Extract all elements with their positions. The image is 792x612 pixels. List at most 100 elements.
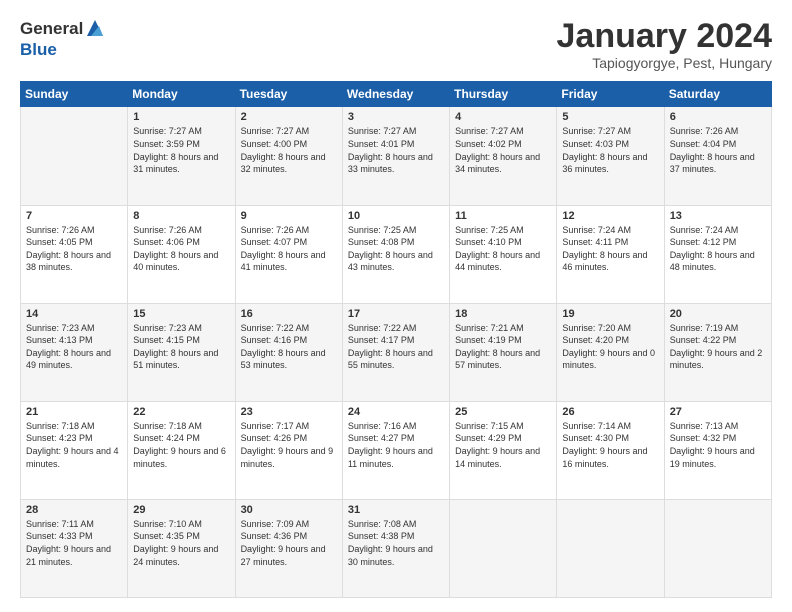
table-row: 17 Sunrise: 7:22 AM Sunset: 4:17 PM Dayli… (342, 303, 449, 401)
day-number: 25 (455, 406, 551, 418)
cell-detail: Sunrise: 7:11 AM Sunset: 4:33 PM Dayligh… (26, 518, 122, 568)
day-number: 26 (562, 406, 658, 418)
calendar-row: 28 Sunrise: 7:11 AM Sunset: 4:33 PM Dayli… (21, 499, 772, 597)
day-number: 10 (348, 210, 444, 222)
cell-detail: Sunrise: 7:26 AM Sunset: 4:07 PM Dayligh… (241, 224, 337, 274)
header-tuesday: Tuesday (235, 82, 342, 107)
day-number: 24 (348, 406, 444, 418)
table-row: 5 Sunrise: 7:27 AM Sunset: 4:03 PM Daylig… (557, 107, 664, 205)
cell-detail: Sunrise: 7:24 AM Sunset: 4:12 PM Dayligh… (670, 224, 766, 274)
table-row: 3 Sunrise: 7:27 AM Sunset: 4:01 PM Daylig… (342, 107, 449, 205)
cell-detail: Sunrise: 7:27 AM Sunset: 4:01 PM Dayligh… (348, 125, 444, 175)
day-number: 9 (241, 210, 337, 222)
table-row: 8 Sunrise: 7:26 AM Sunset: 4:06 PM Daylig… (128, 205, 235, 303)
cell-detail: Sunrise: 7:22 AM Sunset: 4:17 PM Dayligh… (348, 322, 444, 372)
table-row: 1 Sunrise: 7:27 AM Sunset: 3:59 PM Daylig… (128, 107, 235, 205)
table-row: 12 Sunrise: 7:24 AM Sunset: 4:11 PM Dayli… (557, 205, 664, 303)
day-number: 12 (562, 210, 658, 222)
day-number: 2 (241, 111, 337, 123)
day-number: 8 (133, 210, 229, 222)
table-row: 24 Sunrise: 7:16 AM Sunset: 4:27 PM Dayli… (342, 401, 449, 499)
calendar-row: 7 Sunrise: 7:26 AM Sunset: 4:05 PM Daylig… (21, 205, 772, 303)
header-friday: Friday (557, 82, 664, 107)
cell-detail: Sunrise: 7:19 AM Sunset: 4:22 PM Dayligh… (670, 322, 766, 372)
cell-detail: Sunrise: 7:22 AM Sunset: 4:16 PM Dayligh… (241, 322, 337, 372)
table-row: 18 Sunrise: 7:21 AM Sunset: 4:19 PM Dayli… (450, 303, 557, 401)
cell-detail: Sunrise: 7:13 AM Sunset: 4:32 PM Dayligh… (670, 420, 766, 470)
table-row: 26 Sunrise: 7:14 AM Sunset: 4:30 PM Dayli… (557, 401, 664, 499)
table-row: 29 Sunrise: 7:10 AM Sunset: 4:35 PM Dayli… (128, 499, 235, 597)
table-row: 20 Sunrise: 7:19 AM Sunset: 4:22 PM Dayli… (664, 303, 771, 401)
header-saturday: Saturday (664, 82, 771, 107)
cell-detail: Sunrise: 7:26 AM Sunset: 4:05 PM Dayligh… (26, 224, 122, 274)
day-number: 4 (455, 111, 551, 123)
day-number: 30 (241, 504, 337, 516)
cell-detail: Sunrise: 7:25 AM Sunset: 4:10 PM Dayligh… (455, 224, 551, 274)
header-sunday: Sunday (21, 82, 128, 107)
cell-detail: Sunrise: 7:15 AM Sunset: 4:29 PM Dayligh… (455, 420, 551, 470)
cell-detail: Sunrise: 7:24 AM Sunset: 4:11 PM Dayligh… (562, 224, 658, 274)
cell-detail: Sunrise: 7:23 AM Sunset: 4:13 PM Dayligh… (26, 322, 122, 372)
day-number: 23 (241, 406, 337, 418)
day-number: 18 (455, 308, 551, 320)
calendar-row: 1 Sunrise: 7:27 AM Sunset: 3:59 PM Daylig… (21, 107, 772, 205)
day-number: 6 (670, 111, 766, 123)
logo-icon (85, 18, 105, 40)
day-number: 11 (455, 210, 551, 222)
logo-blue-text: Blue (20, 40, 57, 60)
day-number: 20 (670, 308, 766, 320)
table-row: 19 Sunrise: 7:20 AM Sunset: 4:20 PM Dayli… (557, 303, 664, 401)
table-row: 10 Sunrise: 7:25 AM Sunset: 4:08 PM Dayli… (342, 205, 449, 303)
cell-detail: Sunrise: 7:25 AM Sunset: 4:08 PM Dayligh… (348, 224, 444, 274)
logo-general-text: General (20, 19, 83, 39)
calendar-table: Sunday Monday Tuesday Wednesday Thursday… (20, 81, 772, 598)
cell-detail: Sunrise: 7:20 AM Sunset: 4:20 PM Dayligh… (562, 322, 658, 372)
day-number: 19 (562, 308, 658, 320)
table-row: 22Sunrise: 7:18 AM Sunset: 4:24 PM Dayli… (128, 401, 235, 499)
calendar-page: General Blue January 2024 Tapiogyorgye, … (0, 0, 792, 612)
day-number: 28 (26, 504, 122, 516)
cell-detail: Sunrise: 7:16 AM Sunset: 4:27 PM Dayligh… (348, 420, 444, 470)
cell-detail: Sunrise: 7:10 AM Sunset: 4:35 PM Dayligh… (133, 518, 229, 568)
cell-detail: Sunrise: 7:21 AM Sunset: 4:19 PM Dayligh… (455, 322, 551, 372)
logo: General Blue (20, 18, 105, 60)
table-row: 13 Sunrise: 7:24 AM Sunset: 4:12 PM Dayli… (664, 205, 771, 303)
table-row: 25 Sunrise: 7:15 AM Sunset: 4:29 PM Dayli… (450, 401, 557, 499)
cell-detail: Sunrise: 7:14 AM Sunset: 4:30 PM Dayligh… (562, 420, 658, 470)
day-number: 1 (133, 111, 229, 123)
table-row: 9 Sunrise: 7:26 AM Sunset: 4:07 PM Daylig… (235, 205, 342, 303)
header-wednesday: Wednesday (342, 82, 449, 107)
header-thursday: Thursday (450, 82, 557, 107)
table-row: 15Sunrise: 7:23 AM Sunset: 4:15 PM Dayli… (128, 303, 235, 401)
table-row (557, 499, 664, 597)
day-number: 5 (562, 111, 658, 123)
day-number: 3 (348, 111, 444, 123)
header: General Blue January 2024 Tapiogyorgye, … (20, 18, 772, 71)
day-number: 13 (670, 210, 766, 222)
location-subtitle: Tapiogyorgye, Pest, Hungary (557, 55, 773, 71)
table-row: 14Sunrise: 7:23 AM Sunset: 4:13 PM Dayli… (21, 303, 128, 401)
table-row: 23Sunrise: 7:17 AM Sunset: 4:26 PM Dayli… (235, 401, 342, 499)
cell-detail: Sunrise: 7:26 AM Sunset: 4:06 PM Dayligh… (133, 224, 229, 274)
day-number: 17 (348, 308, 444, 320)
table-row (21, 107, 128, 205)
day-number: 16 (241, 308, 337, 320)
cell-detail: Sunrise: 7:27 AM Sunset: 4:03 PM Dayligh… (562, 125, 658, 175)
table-row: 21Sunrise: 7:18 AM Sunset: 4:23 PM Dayli… (21, 401, 128, 499)
table-row: 7 Sunrise: 7:26 AM Sunset: 4:05 PM Daylig… (21, 205, 128, 303)
day-number: 7 (26, 210, 122, 222)
day-number: 29 (133, 504, 229, 516)
table-row: 30Sunrise: 7:09 AM Sunset: 4:36 PM Dayli… (235, 499, 342, 597)
header-monday: Monday (128, 82, 235, 107)
calendar-row: 21Sunrise: 7:18 AM Sunset: 4:23 PM Dayli… (21, 401, 772, 499)
table-row: 11 Sunrise: 7:25 AM Sunset: 4:10 PM Dayli… (450, 205, 557, 303)
table-row: 4Sunrise: 7:27 AM Sunset: 4:02 PM Daylig… (450, 107, 557, 205)
title-section: January 2024 Tapiogyorgye, Pest, Hungary (557, 18, 773, 71)
day-number: 31 (348, 504, 444, 516)
cell-detail: Sunrise: 7:27 AM Sunset: 3:59 PM Dayligh… (133, 125, 229, 175)
table-row (664, 499, 771, 597)
calendar-header-row: Sunday Monday Tuesday Wednesday Thursday… (21, 82, 772, 107)
cell-detail: Sunrise: 7:27 AM Sunset: 4:00 PM Dayligh… (241, 125, 337, 175)
table-row: 6Sunrise: 7:26 AM Sunset: 4:04 PM Daylig… (664, 107, 771, 205)
day-number: 15 (133, 308, 229, 320)
